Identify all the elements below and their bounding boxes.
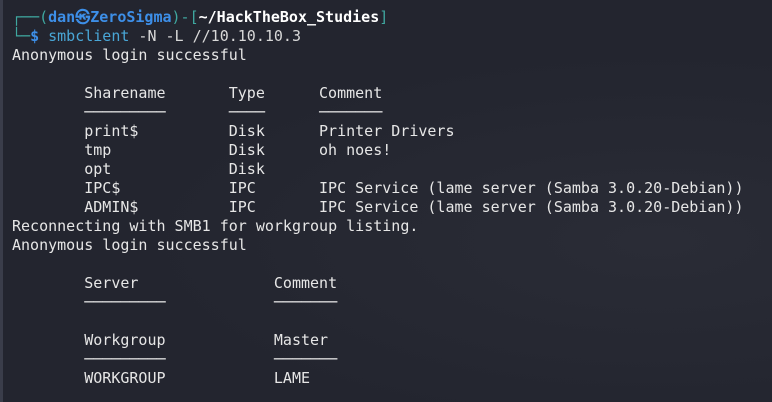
prompt-frame: ] [379,8,389,26]
share-type: Disk [228,160,265,178]
header-comment: Comment [319,84,383,102]
prompt-frame: ┌──( [12,8,49,26]
share-comment: IPC Service (lame server (Samba 3.0.20-D… [319,179,744,197]
share-comment: Printer Drivers [319,122,455,140]
divider: ───────── [84,350,166,368]
table-row: print$ Disk Printer Drivers [12,122,772,141]
divider: ─────── [273,350,338,368]
table-row: IPC$ IPC IPC Service (lame server (Samba 3… [12,179,772,198]
anonymous-login-text: Anonymous login successful [12,236,247,254]
workgroup-name: WORKGROUP [84,369,166,387]
reconnect-text: Reconnecting with SMB1 for workgroup lis… [12,217,419,235]
header-master: Master [273,331,329,349]
header-comment: Comment [273,274,338,292]
share-type: Disk [228,122,265,140]
workgroup-master: LAME [273,369,311,387]
server-table-divider: ───────── ─────── [12,293,772,312]
header-type: Type [228,84,265,102]
header-workgroup: Workgroup [84,331,166,349]
table-row: ADMIN$ IPC IPC Service (lame server (Samba… [12,198,772,217]
share-type: Disk [228,141,265,159]
header-sharename: Sharename [84,84,166,102]
command-args: -N -L //10.10.10.3 [129,27,301,45]
share-name: ADMIN$ [84,198,139,216]
window-edge [0,0,3,402]
share-table-header: Sharename Type Comment [12,84,772,103]
share-table-divider: ───────── ──── ─────── [12,103,772,122]
share-comment: IPC Service (lame server (Samba 3.0.20-D… [319,198,744,216]
share-name: print$ [84,122,139,140]
header-server: Server [84,274,139,292]
divider: ─────── [319,103,383,121]
share-comment: oh noes! [319,141,392,159]
prompt-user: dan [48,8,76,26]
table-row: WORKGROUP LAME [12,369,772,388]
share-type: IPC [228,198,256,216]
divider: ───────── [84,293,166,311]
prompt-line-2: └─$ smbclient -N -L //10.10.10.3 [12,27,772,46]
prompt-symbol: $ [30,27,49,45]
share-type: IPC [228,179,256,197]
table-row: opt Disk [12,160,772,179]
divider: ───────── [84,103,166,121]
command-name: smbclient [48,27,130,45]
share-name: IPC$ [84,179,121,197]
anonymous-login-text: Anonymous login successful [12,46,247,64]
server-table-header: Server Comment [12,274,772,293]
terminal-output[interactable]: ┌──(dan㉿ZeroSigma)-[~/HackTheBox_Studies… [12,8,772,388]
kali-skull-icon: ㉿ [75,8,91,26]
table-row: tmp Disk oh noes! [12,141,772,160]
prompt-host: ZeroSigma [90,8,172,26]
prompt-line-1: ┌──(dan㉿ZeroSigma)-[~/HackTheBox_Studies… [12,8,772,27]
workgroup-table-divider: ───────── ─────── [12,350,772,369]
share-name: opt [84,160,112,178]
prompt-frame: └─ [12,27,31,45]
divider: ──── [228,103,265,121]
share-name: tmp [84,141,112,159]
divider: ─────── [273,293,338,311]
prompt-frame: )-[ [171,8,199,26]
prompt-path: ~/HackTheBox_Studies [198,8,380,26]
workgroup-table-header: Workgroup Master [12,331,772,350]
